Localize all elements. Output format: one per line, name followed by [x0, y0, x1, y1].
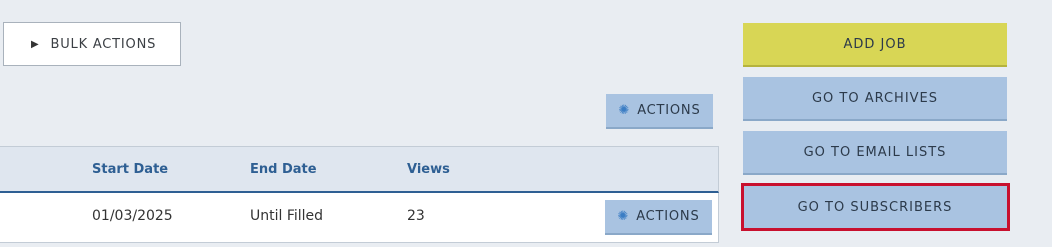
actions-label: ACTIONS — [637, 103, 701, 118]
header-views[interactable]: Views — [407, 162, 450, 177]
table-header: Start Date End Date Views — [0, 146, 719, 193]
go-to-archives-label: GO TO ARCHIVES — [811, 90, 939, 106]
add-job-button[interactable]: ADD JOB — [743, 23, 1007, 67]
bulk-actions-label: BULK ACTIONS — [50, 36, 157, 52]
header-end-date[interactable]: End Date — [250, 162, 317, 177]
go-to-subscribers-button[interactable]: GO TO SUBSCRIBERS — [743, 186, 1007, 230]
go-to-archives-button[interactable]: GO TO ARCHIVES — [743, 77, 1007, 121]
go-to-email-lists-button[interactable]: GO TO EMAIL LISTS — [743, 131, 1007, 175]
cell-views: 23 — [407, 208, 425, 224]
row-actions-label: ACTIONS — [636, 209, 700, 224]
go-to-email-lists-label: GO TO EMAIL LISTS — [803, 144, 947, 160]
header-start-date[interactable]: Start Date — [92, 162, 168, 177]
actions-button[interactable]: ✺ ACTIONS — [606, 94, 713, 129]
play-triangle-icon: ▶ — [31, 38, 40, 50]
bulk-actions-button[interactable]: ▶ BULK ACTIONS — [3, 22, 181, 66]
gear-icon: ✺ — [618, 103, 631, 118]
cell-end-date: Until Filled — [250, 208, 324, 224]
gear-icon: ✺ — [617, 209, 630, 224]
cell-start-date: 01/03/2025 — [92, 208, 173, 224]
row-actions-button[interactable]: ✺ ACTIONS — [605, 200, 712, 235]
add-job-label: ADD JOB — [843, 36, 907, 52]
go-to-subscribers-label: GO TO SUBSCRIBERS — [797, 199, 953, 215]
